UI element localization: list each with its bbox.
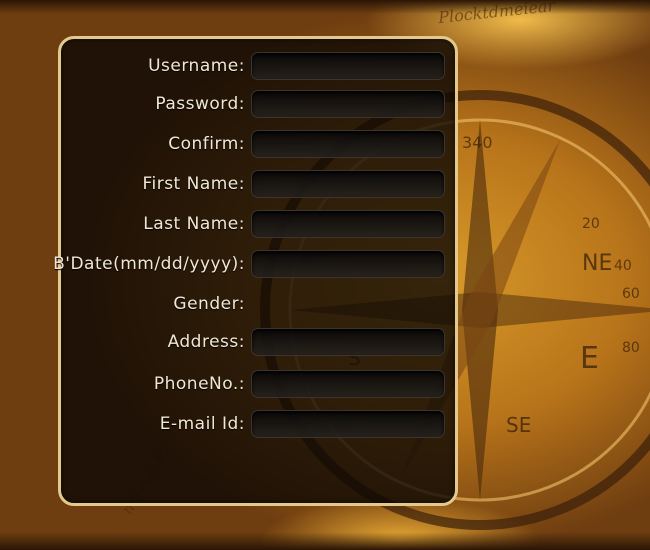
birthdate-label: B'Date(mm/dd/yyyy): [53, 254, 245, 274]
confirm-label: Confirm: [168, 134, 245, 154]
top-edge-shadow [0, 0, 650, 14]
form-row-username: Username: [61, 52, 455, 82]
compass-number-80: 80 [622, 340, 640, 356]
address-label: Address: [167, 332, 245, 352]
last-name-label: Last Name: [143, 214, 245, 234]
form-row-email: E-mail Id: [61, 410, 455, 440]
form-row-gender: Gender: [61, 290, 455, 320]
birthdate-field[interactable] [251, 250, 445, 278]
compass-number-60: 60 [622, 286, 640, 302]
username-label: Username: [148, 56, 245, 76]
first-name-label: First Name: [142, 174, 245, 194]
phone-field[interactable] [251, 370, 445, 398]
username-field[interactable] [251, 52, 445, 80]
bottom-edge-shadow [0, 532, 650, 550]
form-row-first-name: First Name: [61, 170, 455, 200]
gender-label: Gender: [173, 294, 245, 314]
registration-form-panel: Username: Password: Confirm: First Name:… [53, 36, 458, 506]
compass-number-40: 40 [614, 258, 632, 274]
password-label: Password: [155, 94, 245, 114]
email-field[interactable] [251, 410, 445, 438]
form-row-phone: PhoneNo.: [61, 370, 455, 400]
email-label: E-mail Id: [159, 414, 245, 434]
compass-direction-e: E [580, 341, 599, 376]
last-name-field[interactable] [251, 210, 445, 238]
address-field[interactable] [251, 328, 445, 356]
gender-field[interactable] [251, 290, 445, 318]
form-row-password: Password: [61, 90, 455, 120]
confirm-password-field[interactable] [251, 130, 445, 158]
first-name-field[interactable] [251, 170, 445, 198]
form-row-confirm: Confirm: [61, 130, 455, 160]
phone-label: PhoneNo.: [153, 374, 245, 394]
compass-number-20: 20 [582, 216, 600, 232]
password-field[interactable] [251, 90, 445, 118]
compass-direction-se: SE [506, 413, 531, 437]
form-row-birthdate: B'Date(mm/dd/yyyy): [53, 250, 455, 280]
form-row-last-name: Last Name: [61, 210, 455, 240]
compass-number-340: 340 [462, 133, 493, 152]
form-row-address: Address: [61, 328, 455, 358]
compass-direction-ne: NE [582, 251, 612, 276]
